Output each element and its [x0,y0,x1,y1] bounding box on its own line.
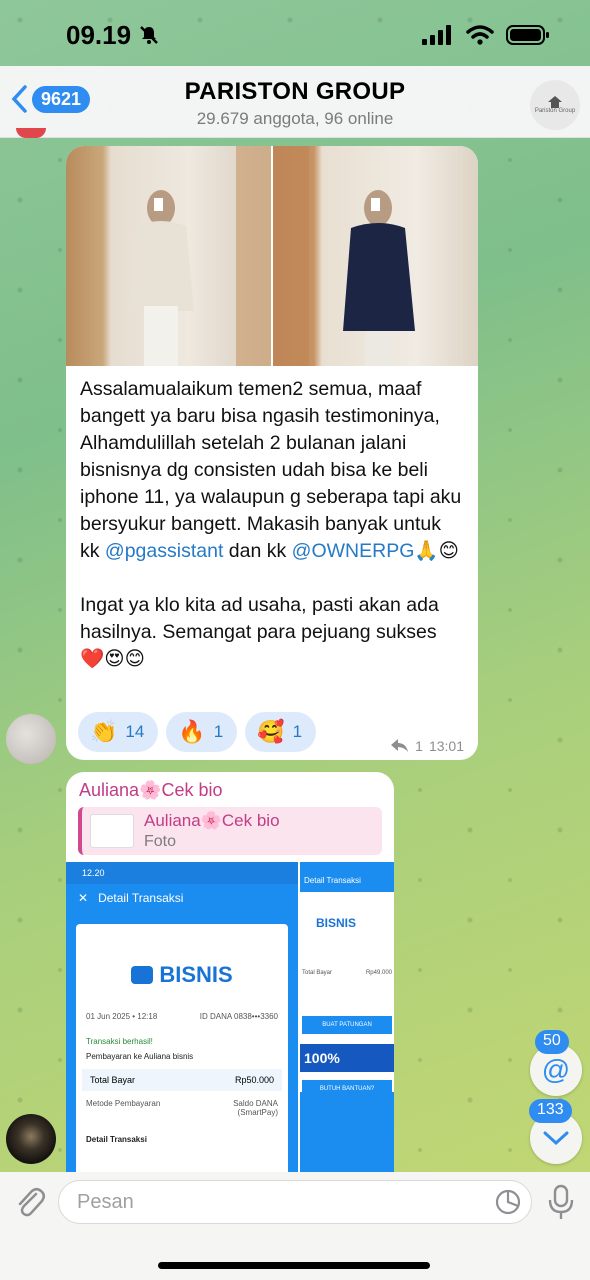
unread-count-badge: 133 [529,1099,572,1123]
quoted-reply[interactable]: Auliana🌸Cek bio Foto [78,807,382,855]
message-text: Assalamualaikum temen2 semua, maaf bange… [66,366,478,673]
method-value: Saldo DANA (SmartPay) [233,1099,278,1117]
receipt-detail-label: Detail Transaksi [86,1135,147,1144]
receipt-id: ID DANA 0838•••3360 [199,1012,278,1021]
side-brand: BISNIS [316,916,357,930]
side-title: Detail Transaksi [304,876,361,885]
screenshot-side[interactable]: Detail Transaksi BISNIS Total Bayar Rp49… [300,862,394,1172]
receipt-date: 01 Jun 2025 • 12:18 [86,1012,158,1021]
photo-1[interactable] [66,146,271,366]
side-promo: 100% [300,1044,394,1072]
side-total-value: Rp49.000 [365,970,392,976]
home-indicator [158,1262,430,1269]
status-icons [422,24,550,46]
reply-count: 1 [415,738,423,754]
reaction-count: 1 [292,722,303,741]
microphone-icon[interactable] [546,1184,576,1222]
screenshot-topbar: ✕ Detail Transaksi [66,884,298,912]
status-time: 09.19 [66,20,159,51]
mention-ownerpg[interactable]: @OWNERPG [292,540,415,562]
photo-2[interactable] [273,146,478,366]
screenshot-main[interactable]: 12.20 ✕ Detail Transaksi BISNIS 01 Jun 2… [66,862,298,1172]
wifi-icon [466,25,494,45]
bisnis-mark-icon [131,966,154,984]
at-icon: @ [541,1054,571,1085]
silent-bell-icon [140,26,158,44]
chat-title: PARISTON GROUP [184,78,406,105]
photo-2-figure [273,146,415,366]
bisnis-logo: BISNIS [76,962,288,988]
message-bubble-2[interactable]: Auliana🌸Cek bio Auliana🌸Cek bio Foto 12.… [66,772,394,1172]
message-input[interactable]: Pesan [58,1180,532,1224]
method-label: Metode Pembayaran [86,1099,161,1108]
clap-emoji: 👏 [90,719,118,744]
side-total-row: Total Bayar Rp49.000 [300,930,394,976]
side-help: BUTUH BANTUAN? [302,1080,392,1098]
bisnis-text: BISNIS [159,962,233,987]
member-count: 29.679 anggota, 96 online [196,109,394,128]
message-emoji: 🙏😊 [414,540,459,562]
reaction-clap[interactable]: 👏 14 [78,712,159,752]
sender-avatar-2[interactable] [6,1114,56,1164]
message-text-and: dan kk [223,540,292,562]
group-avatar[interactable]: Pariston Group [530,80,580,130]
side-receipt: BISNIS Total Bayar Rp49.000 BUAT PATUNGA… [300,892,394,1098]
chat-title-area[interactable]: PARISTON GROUP 29.679 anggota, 96 online [0,78,590,129]
side-button: BUAT PATUNGAN [302,1016,392,1034]
reply-sender: Auliana🌸Cek bio [144,811,280,830]
signal-icon [422,25,451,45]
screenshot-status: 12.20 [66,862,298,884]
chevron-down-icon [543,1131,569,1146]
total-label: Total Bayar [90,1075,136,1085]
message-text-closing: Ingat ya klo kita ad usaha, pasti akan a… [80,594,439,670]
reply-type: Foto [144,833,177,850]
message-meta: 1 13:01 [391,738,464,754]
attached-screenshots[interactable]: 12.20 ✕ Detail Transaksi BISNIS 01 Jun 2… [66,862,394,1172]
side-total-label: Total Bayar [302,970,333,976]
receipt-total-row: Total Bayar Rp50.000 [82,1069,282,1091]
reaction-love[interactable]: 🥰 1 [245,712,317,752]
fire-emoji: 🔥 [178,719,206,744]
chat-header: 9621 PARISTON GROUP 29.679 anggota, 96 o… [0,66,590,138]
mention-count-badge: 50 [535,1030,569,1054]
status-bar: 09.19 [0,0,590,70]
receipt-method-row: Metode Pembayaran Saldo DANA (SmartPay) [76,1099,288,1117]
reaction-fire[interactable]: 🔥 1 [166,712,238,752]
screenshot-title: Detail Transaksi [98,891,184,905]
battery-icon [506,25,549,45]
receipt-date-row: 01 Jun 2025 • 12:18 ID DANA 0838•••3360 [76,1012,288,1021]
message-time: 13:01 [428,738,464,754]
total-value: Rp50.000 [234,1075,274,1085]
message-text-intro: Assalamualaikum temen2 semua, maaf bange… [80,378,462,562]
receipt-status: Transaksi berhasil! [86,1037,153,1046]
sender-name[interactable]: Auliana🌸Cek bio [66,772,394,801]
close-icon: ✕ [78,891,89,905]
photo-album[interactable] [66,146,478,366]
clock: 09.19 [66,19,132,50]
photo-1-figure [128,146,271,366]
reaction-count: 14 [125,722,145,741]
sender-avatar[interactable] [6,714,56,764]
group-logo-text: Pariston Group [534,108,576,114]
group-logo-icon [548,96,562,108]
receipt-payee: Pembayaran ke Auliana bisnis [86,1052,194,1061]
message-bubble[interactable]: Assalamualaikum temen2 semua, maaf bange… [66,146,478,760]
receipt-card: BISNIS 01 Jun 2025 • 12:18 ID DANA 0838•… [76,924,288,1172]
love-emoji: 🥰 [257,719,285,744]
sticker-icon[interactable] [494,1188,522,1216]
reply-icon[interactable] [391,739,409,753]
reply-thumbnail [90,814,134,848]
reaction-count: 1 [213,722,224,741]
reactions: 👏 14 🔥 1 🥰 1 [78,712,317,752]
mention-pgassistant[interactable]: @pgassistant [105,540,223,562]
attach-icon[interactable] [14,1184,46,1220]
